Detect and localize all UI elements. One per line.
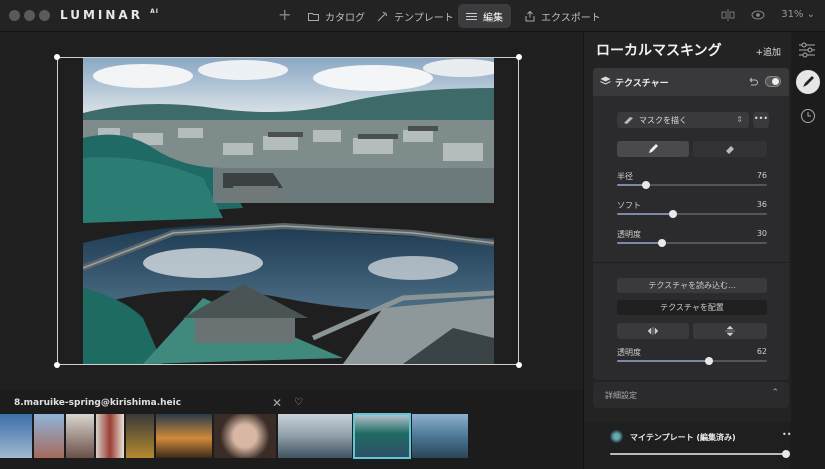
flip-vertical-icon [725, 326, 735, 336]
template-name: マイテンプレート (編集済み) [630, 433, 736, 442]
filmstrip-thumbnail[interactable] [278, 414, 352, 458]
filmstrip-thumbnail[interactable] [156, 414, 212, 458]
brush-mode-paint[interactable] [617, 141, 689, 157]
crop-handle-bottom-right[interactable] [516, 362, 522, 368]
advanced-settings[interactable]: 詳細設定 ⌃ [593, 382, 789, 408]
close-window-button[interactable] [9, 10, 20, 21]
brush-icon [624, 117, 633, 124]
adjustments-icon[interactable] [799, 42, 815, 58]
crop-handle-top-left[interactable] [54, 54, 60, 60]
load-texture-button[interactable]: テクスチャを読み込む... [617, 278, 767, 293]
image-canvas[interactable] [0, 32, 583, 390]
opacity-value: 30 [756, 229, 767, 238]
softness-value: 36 [756, 200, 767, 209]
folder-icon [308, 12, 319, 21]
top-toolbar: LUMINAR AI + カタログ テンプレート 編集 エクスポート 31% ⌄ [0, 0, 825, 32]
panel-title: ローカルマスキング [596, 43, 722, 59]
heart-icon[interactable]: ♡ [294, 397, 303, 408]
tab-export[interactable]: エクスポート [517, 4, 609, 28]
paintbrush-icon [649, 144, 658, 153]
filmstrip-thumbnail[interactable] [34, 414, 64, 458]
layer-header[interactable]: テクスチャー [593, 68, 789, 96]
tab-catalog[interactable]: カタログ [300, 4, 373, 28]
radius-slider[interactable] [617, 181, 767, 189]
filmstrip-thumbnail[interactable] [412, 414, 468, 458]
zoom-level[interactable]: 31% ⌄ [781, 9, 815, 20]
divider [593, 262, 789, 263]
history-clock-icon[interactable] [800, 108, 816, 124]
app-logo: LUMINAR AI [60, 8, 160, 22]
chevron-up-icon: ⌃ [771, 388, 779, 398]
eye-icon[interactable] [751, 9, 765, 21]
radius-value: 76 [756, 171, 767, 180]
tab-templates[interactable]: テンプレート [369, 4, 462, 28]
template-amount-slider[interactable] [610, 450, 790, 458]
share-icon [525, 10, 535, 21]
texture-opacity-slider[interactable] [617, 357, 767, 365]
add-icon[interactable]: + [278, 5, 291, 24]
filmstrip-thumbnail[interactable] [214, 414, 276, 458]
undo-icon[interactable] [747, 76, 758, 87]
minimize-window-button[interactable] [24, 10, 35, 21]
file-name: 8.maruike-spring@kirishima.heic [14, 398, 182, 408]
filmstrip-thumbnail[interactable] [0, 414, 32, 458]
brush-mode-erase[interactable] [693, 141, 767, 157]
radius-label: 半径 [617, 172, 633, 181]
filmstrip[interactable] [0, 413, 583, 460]
edit-panel: ローカルマスキング +追加 テクスチャー マスクを描く ⇕ ••• 半径 76 … [583, 32, 796, 469]
filmstrip-thumbnail[interactable] [96, 414, 124, 458]
crop-handle-bottom-left[interactable] [54, 362, 60, 368]
mask-tool-select[interactable]: マスクを描く ⇕ [617, 112, 749, 128]
place-texture-button[interactable]: テクスチャを配置 [617, 300, 767, 315]
chevron-updown-icon: ⇕ [736, 115, 743, 124]
add-layer-button[interactable]: +追加 [755, 45, 781, 58]
sliders-icon [466, 12, 477, 20]
edited-photo [83, 58, 494, 364]
opacity-slider[interactable] [617, 239, 767, 247]
texture-opacity-value: 62 [756, 347, 767, 356]
visibility-toggle-icon[interactable] [765, 76, 781, 87]
texture-opacity-label: 透明度 [617, 348, 641, 357]
wand-icon [377, 11, 388, 21]
filmstrip-thumbnail-selected[interactable] [353, 413, 411, 459]
crop-handle-top-right[interactable] [516, 54, 522, 60]
reject-icon[interactable]: ✕ [272, 396, 282, 410]
opacity-label: 透明度 [617, 230, 641, 239]
tool-strip [791, 32, 825, 469]
mask-more-button[interactable]: ••• [753, 112, 769, 128]
eraser-icon [726, 146, 734, 154]
softness-label: ソフト [617, 201, 641, 210]
texture-layer-card: テクスチャー マスクを描く ⇕ ••• 半径 76 ソフト 36 透明度 30 … [593, 68, 789, 380]
luminar-window: LUMINAR AI + カタログ テンプレート 編集 エクスポート 31% ⌄ [0, 0, 825, 469]
softness-slider[interactable] [617, 210, 767, 218]
flip-horizontal-icon [648, 327, 658, 335]
filmstrip-thumbnail[interactable] [66, 414, 94, 458]
template-bar: マイテンプレート (編集済み) ••• [584, 422, 796, 469]
zoom-window-button[interactable] [39, 10, 50, 21]
layers-icon [600, 76, 611, 85]
template-thumbnail [610, 430, 623, 443]
flip-horizontal-button[interactable] [617, 323, 689, 339]
flip-vertical-button[interactable] [693, 323, 767, 339]
tab-edit[interactable]: 編集 [458, 4, 511, 28]
compare-icon[interactable] [721, 9, 735, 21]
paintbrush-icon [803, 76, 814, 87]
local-masking-tool[interactable] [796, 70, 820, 94]
filmstrip-thumbnail[interactable] [126, 414, 154, 458]
